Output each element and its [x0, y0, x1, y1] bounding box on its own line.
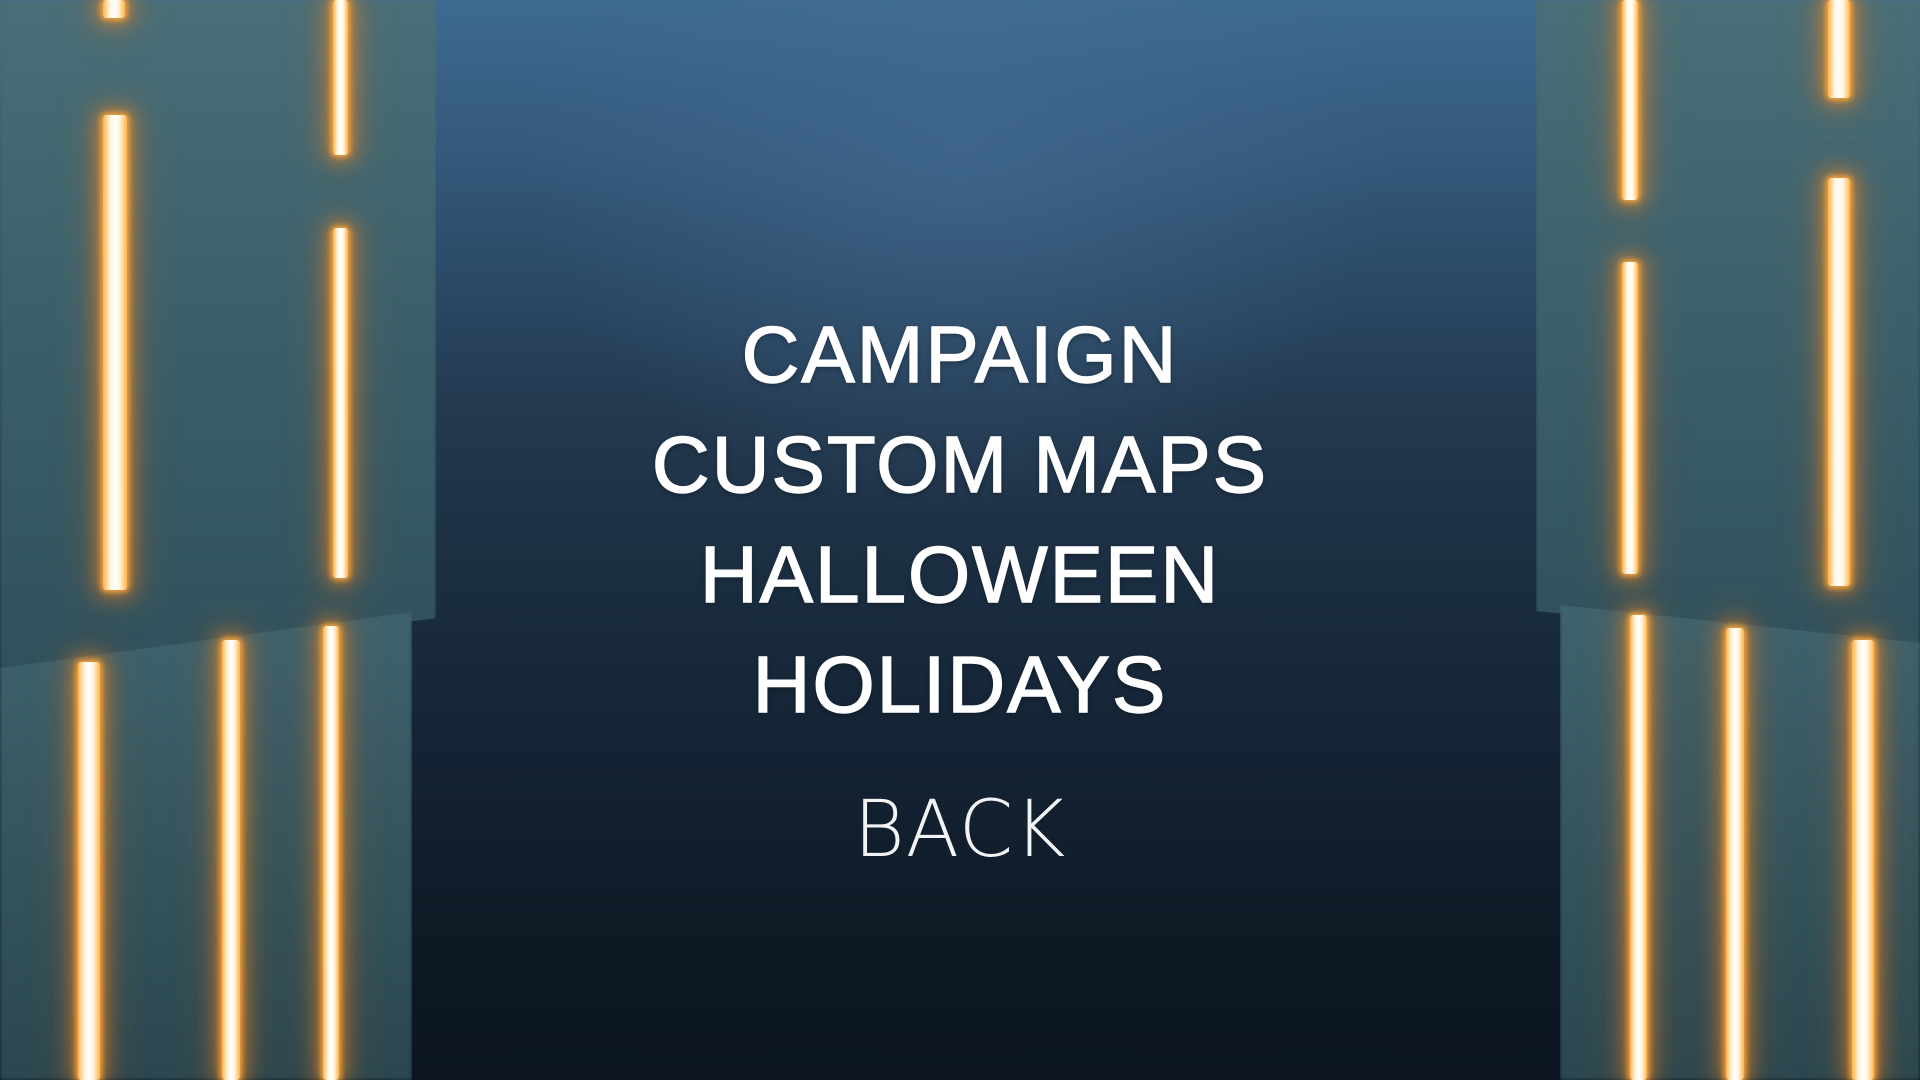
light-strip — [103, 0, 125, 18]
menu-item-halloween[interactable]: HALLOWEEN — [0, 520, 1920, 630]
menu-item-holidays[interactable]: HOLIDAYS — [0, 630, 1920, 740]
back-button[interactable]: BACK — [0, 780, 1920, 880]
light-strip — [1828, 0, 1850, 98]
light-strip — [1622, 0, 1638, 200]
menu-item-campaign[interactable]: CAMPAIGN — [0, 300, 1920, 410]
game-menu-screen: CAMPAIGN CUSTOM MAPS HALLOWEEN HOLIDAYS … — [0, 0, 1920, 1080]
menu-item-custom-maps[interactable]: CUSTOM MAPS — [0, 410, 1920, 520]
main-menu: CAMPAIGN CUSTOM MAPS HALLOWEEN HOLIDAYS … — [0, 300, 1920, 880]
light-strip — [333, 0, 348, 155]
